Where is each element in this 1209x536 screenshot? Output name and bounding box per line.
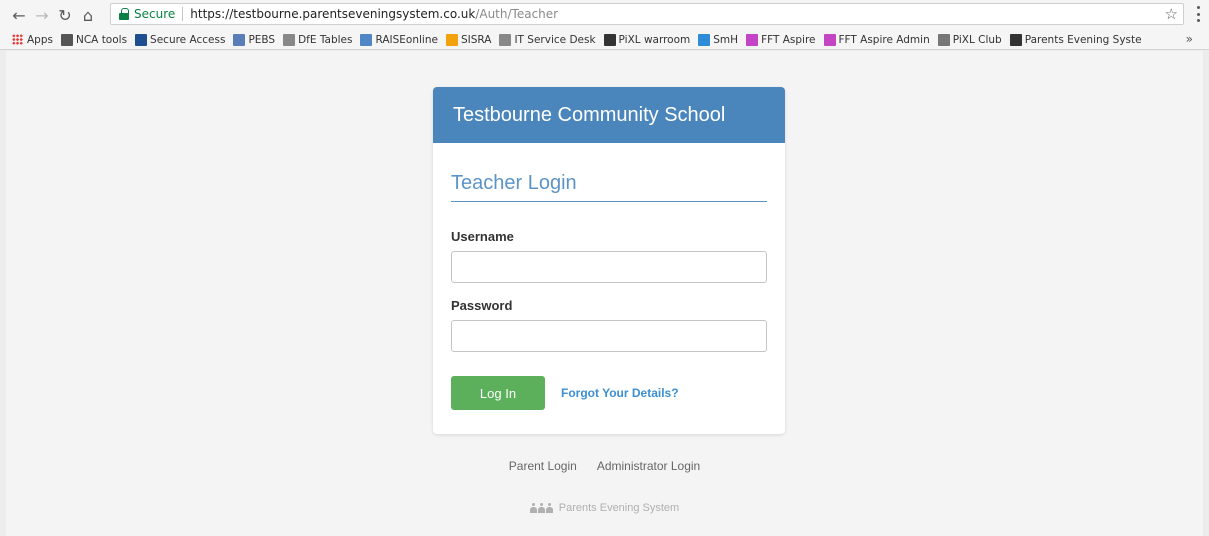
- bookmark-label: SISRA: [460, 33, 492, 46]
- pixl-icon: [603, 33, 616, 46]
- bookmark-label: FFT Aspire Admin: [838, 33, 930, 46]
- forgot-details-link[interactable]: Forgot Your Details?: [561, 386, 679, 400]
- bookmark-label: Apps: [27, 33, 53, 46]
- bookmark-item[interactable]: PEBS: [233, 33, 276, 46]
- school-name: Testbourne Community School: [453, 103, 726, 126]
- dfe-icon: [135, 33, 148, 46]
- nav-buttons: ← → ↻ ⌂: [8, 4, 99, 26]
- home-icon[interactable]: ⌂: [77, 4, 99, 26]
- bookmark-item[interactable]: FFT Aspire Admin: [823, 33, 930, 46]
- person-icon: [1009, 33, 1022, 46]
- brand-name: Parents Evening System: [558, 502, 680, 514]
- bookmark-label: DfE Tables: [298, 33, 353, 46]
- secure-label: Secure: [134, 7, 176, 21]
- bookmark-label: PEBS: [248, 33, 276, 46]
- bookmarks-overflow-icon[interactable]: »: [1186, 32, 1193, 46]
- bookmark-item[interactable]: NCA tools: [60, 33, 128, 46]
- parents-group-icon: [529, 503, 553, 513]
- sisra-icon: [445, 33, 458, 46]
- bookmark-label: SmH: [713, 33, 739, 46]
- parent-login-link[interactable]: Parent Login: [509, 459, 577, 473]
- apps-grid-icon: [12, 34, 23, 45]
- bookmark-item[interactable]: Parents Evening Syste: [1009, 33, 1142, 46]
- url-host: https://testbourne.parentseveningsystem.…: [190, 7, 476, 21]
- password-input[interactable]: [451, 320, 767, 352]
- bookmark-item[interactable]: PiXL warroom: [603, 33, 691, 46]
- bookmark-label: Secure Access: [150, 33, 226, 46]
- page-icon: [499, 33, 512, 46]
- footer-links: Parent Login Administrator Login: [0, 459, 1209, 473]
- bookmark-star-icon[interactable]: ☆: [1165, 5, 1178, 23]
- password-label: Password: [451, 298, 513, 313]
- brand-footer: Parents Evening System: [0, 502, 1209, 514]
- forward-arrow-icon[interactable]: →: [31, 4, 53, 26]
- fft-icon: [746, 33, 759, 46]
- url-path: /Auth/Teacher: [475, 7, 559, 21]
- reload-icon[interactable]: ↻: [54, 4, 76, 26]
- address-bar[interactable]: Secure https://testbourne.parentsevening…: [110, 3, 1184, 25]
- bookmark-label: NCA tools: [75, 33, 128, 46]
- username-label: Username: [451, 229, 514, 244]
- card-header: Testbourne Community School: [433, 87, 785, 143]
- bookmark-label: IT Service Desk: [514, 33, 596, 46]
- administrator-login-link[interactable]: Administrator Login: [597, 459, 700, 473]
- ro-icon: [360, 33, 373, 46]
- username-input[interactable]: [451, 251, 767, 283]
- bookmark-item[interactable]: RAISEonline: [360, 33, 438, 46]
- bookmark-item[interactable]: PiXL Club: [937, 33, 1002, 46]
- login-title: Teacher Login: [451, 172, 767, 202]
- bookmark-label: PiXL Club: [952, 33, 1002, 46]
- bookmark-item[interactable]: FFT Aspire: [746, 33, 816, 46]
- form-actions: Log In Forgot Your Details?: [451, 376, 767, 410]
- bookmark-item[interactable]: SmH: [698, 33, 739, 46]
- pixl-small-icon: [937, 33, 950, 46]
- people-icon: [233, 33, 246, 46]
- bookmark-label: Parents Evening Syste: [1024, 33, 1142, 46]
- bookmark-item[interactable]: SISRA: [445, 33, 492, 46]
- bookmark-item[interactable]: DfE Tables: [283, 33, 353, 46]
- lock-icon: [119, 8, 129, 20]
- bookmark-item[interactable]: IT Service Desk: [499, 33, 596, 46]
- address-divider: [182, 7, 184, 21]
- bookmarks-bar: Apps NCA tools Secure Access PEBS DfE Tables…: [0, 30, 1209, 50]
- smh-icon: [698, 33, 711, 46]
- bookmark-label: FFT Aspire: [761, 33, 816, 46]
- browser-toolbar: ← → ↻ ⌂ Secure https://testbourne.parent…: [0, 0, 1209, 30]
- browser-menu-icon[interactable]: [1196, 6, 1200, 22]
- bookmark-item[interactable]: Apps: [12, 34, 53, 46]
- back-arrow-icon[interactable]: ←: [8, 4, 30, 26]
- crest-icon: [60, 33, 73, 46]
- fft-icon: [823, 33, 836, 46]
- bookmark-label: RAISEonline: [375, 33, 438, 46]
- login-form: Teacher Login Username Password Log In F…: [433, 172, 785, 410]
- login-card: Testbourne Community School Teacher Logi…: [433, 87, 785, 434]
- bookmark-label: PiXL warroom: [618, 33, 691, 46]
- page-icon: [283, 33, 296, 46]
- log-in-button[interactable]: Log In: [451, 376, 545, 410]
- bookmark-item[interactable]: Secure Access: [135, 33, 226, 46]
